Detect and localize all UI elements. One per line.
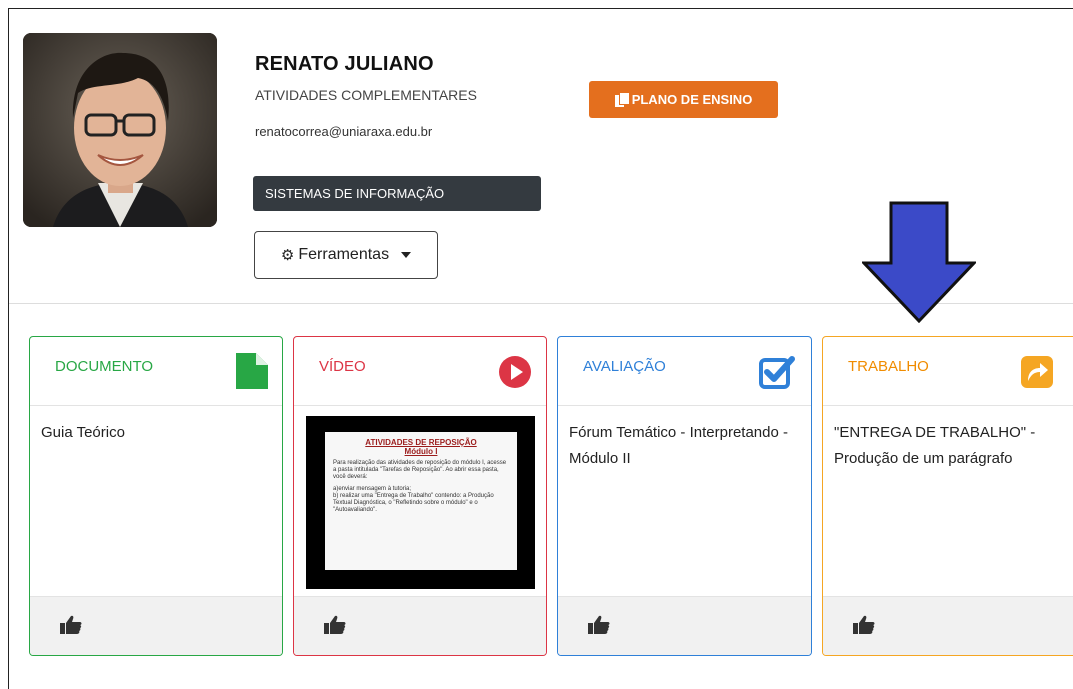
card-footer: [294, 596, 546, 655]
card-avaliacao[interactable]: AVALIAÇÃO Fórum Temático - Interpretando…: [557, 336, 812, 656]
thumbs-up-icon[interactable]: [853, 615, 875, 635]
plano-label: PLANO DE ENSINO: [631, 92, 753, 107]
card-trabalho[interactable]: TRABALHO "ENTREGA DE TRABALHO" - Produçã…: [822, 336, 1073, 656]
card-content[interactable]: ATIVIDADES DE REPOSIÇÃO Módulo I Para re…: [294, 406, 546, 598]
card-content[interactable]: Guia Teórico: [30, 406, 282, 598]
slide-title-1: ATIVIDADES DE REPOSIÇÃO: [365, 438, 477, 447]
slide-item-a: a)enviar mensagem à tutoria;: [333, 486, 412, 492]
thumbs-up-icon[interactable]: [60, 615, 82, 635]
card-title: DOCUMENTO: [55, 358, 154, 375]
file-icon: [236, 353, 268, 389]
card-footer: [558, 596, 811, 655]
copy-icon: [614, 92, 629, 107]
profile-name: RENATO JULIANO: [255, 53, 434, 75]
card-header: DOCUMENTO: [30, 337, 282, 406]
card-header: TRABALHO: [823, 337, 1073, 406]
slide-title-2: Módulo I: [404, 447, 438, 456]
card-title: TRABALHO: [848, 358, 929, 375]
ferramentas-dropdown[interactable]: ⚙ Ferramentas: [254, 231, 438, 279]
caret-down-icon: [401, 252, 412, 258]
card-header: VÍDEO: [294, 337, 546, 406]
share-icon: [1021, 356, 1053, 388]
gear-icon: ⚙: [280, 247, 295, 264]
card-title: VÍDEO: [319, 358, 366, 375]
profile-subtitle: ATIVIDADES COMPLEMENTARES: [255, 87, 477, 103]
card-video[interactable]: VÍDEO ATIVIDADES DE REPOSIÇÃO Módulo I P…: [293, 336, 547, 656]
arrow-down-icon: [862, 201, 976, 323]
card-footer: [823, 596, 1073, 655]
card-title: AVALIAÇÃO: [583, 358, 666, 375]
play-icon: [499, 356, 531, 388]
plano-de-ensino-button[interactable]: PLANO DE ENSINO: [589, 81, 778, 118]
card-header: AVALIAÇÃO: [558, 337, 811, 406]
slide-preview: ATIVIDADES DE REPOSIÇÃO Módulo I Para re…: [325, 432, 517, 570]
course-badge: SISTEMAS DE INFORMAÇÃO: [253, 176, 541, 211]
card-content[interactable]: "ENTREGA DE TRABALHO" - Produção de um p…: [823, 406, 1073, 598]
thumbs-up-icon[interactable]: [324, 615, 346, 635]
video-thumbnail[interactable]: ATIVIDADES DE REPOSIÇÃO Módulo I Para re…: [306, 416, 535, 589]
thumbs-up-icon[interactable]: [588, 615, 610, 635]
profile-email: renatocorrea@uniaraxa.edu.br: [255, 124, 433, 139]
card-documento[interactable]: DOCUMENTO Guia Teórico: [29, 336, 283, 656]
card-content[interactable]: Fórum Temático - Interpretando - Módulo …: [558, 406, 811, 598]
slide-bullet: Para realização das atividades de reposi…: [333, 460, 507, 480]
slide-item-b: b) realizar uma "Entrega de Trabalho" co…: [333, 493, 494, 513]
avatar: [23, 33, 217, 227]
checkbox-icon: [759, 356, 795, 389]
ferramentas-label: Ferramentas: [298, 246, 390, 263]
card-footer: [30, 596, 282, 655]
